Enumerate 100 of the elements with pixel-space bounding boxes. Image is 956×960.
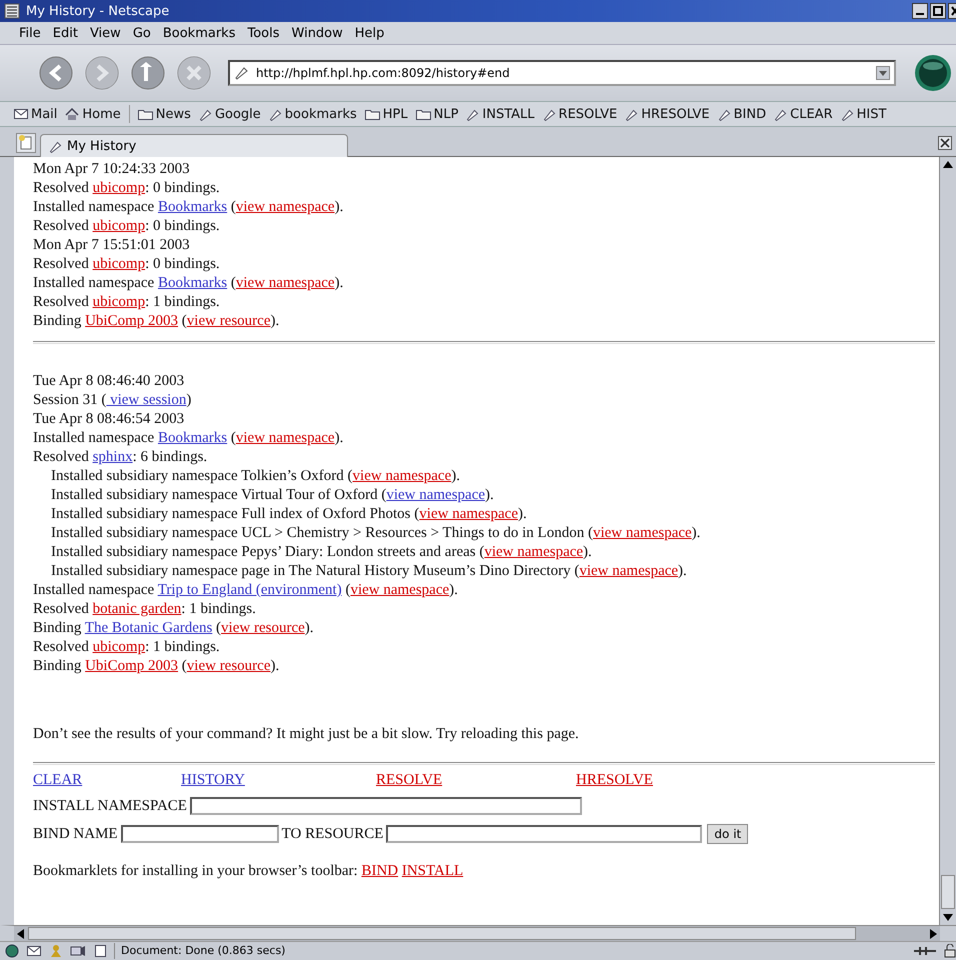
bookmark-button[interactable]: INSTALL — [464, 106, 537, 122]
link[interactable]: Bookmarks — [158, 199, 228, 215]
dropdown-icon[interactable] — [876, 66, 890, 80]
reload-icon[interactable] — [130, 55, 166, 91]
input-field[interactable] — [120, 825, 279, 843]
bookmark-button[interactable]: Home — [63, 106, 123, 122]
link[interactable]: botanic garden — [92, 601, 182, 617]
bookmark-icon — [466, 108, 480, 120]
log-line: Resolved ubicomp: 0 bindings. — [33, 255, 221, 274]
link[interactable]: INSTALL — [402, 863, 464, 879]
input-field[interactable] — [190, 797, 582, 815]
log-line: Resolved botanic garden: 1 bindings. — [33, 600, 257, 619]
scroll-thumb[interactable] — [941, 875, 955, 909]
link[interactable]: ubicomp — [92, 639, 146, 655]
link[interactable]: CLEAR — [33, 772, 82, 788]
bookmark-button[interactable]: NLP — [414, 106, 460, 122]
globe-icon[interactable] — [4, 944, 20, 958]
link[interactable]: Trip to England (environment) — [158, 582, 342, 598]
link[interactable]: sphinx — [92, 449, 133, 465]
link[interactable]: view namespace — [352, 468, 452, 484]
close-icon[interactable] — [948, 3, 956, 19]
log-line: Installed subsidiary namespace Tolkien’s Oxford (view namespace). — [51, 467, 461, 486]
menu-item[interactable]: Go — [128, 24, 156, 42]
link[interactable]: view session — [106, 392, 186, 408]
minimize-icon[interactable] — [912, 3, 928, 19]
link[interactable]: Bookmarks — [158, 430, 228, 446]
input-field[interactable] — [386, 825, 702, 843]
link[interactable]: UbiComp 2003 — [85, 658, 178, 674]
link[interactable]: view namespace — [350, 582, 450, 598]
link[interactable]: UbiComp 2003 — [85, 313, 178, 329]
bookmark-button[interactable]: Google — [196, 106, 263, 122]
bookmark-button[interactable]: Mail — [12, 106, 60, 122]
menu-item[interactable]: Help — [350, 24, 390, 42]
menu-item[interactable]: Window — [286, 24, 348, 42]
link[interactable]: view namespace — [386, 487, 486, 503]
link[interactable]: The Botanic Gardens — [84, 620, 212, 636]
link[interactable]: HRESOLVE — [576, 772, 653, 788]
link[interactable]: ubicomp — [92, 294, 146, 310]
link[interactable]: BIND — [361, 863, 398, 879]
log-line: Mon Apr 7 15:51:01 2003 — [33, 236, 191, 255]
link[interactable]: view namespace — [419, 506, 518, 522]
maximize-icon[interactable] — [930, 3, 946, 19]
bookmark-icon — [268, 108, 282, 120]
logo-icon[interactable] — [914, 54, 952, 92]
page-icon[interactable] — [92, 944, 108, 958]
link[interactable]: view namespace — [236, 430, 335, 446]
log-line: Tue Apr 8 08:46:40 2003 — [33, 372, 186, 391]
log-line: Installed namespace Bookmarks (view namespace). — [33, 429, 344, 448]
bookmark-button[interactable]: News — [136, 106, 193, 122]
window-menu-icon — [4, 3, 20, 19]
bookmark-button[interactable]: CLEAR — [772, 106, 835, 122]
bookmark-icon — [49, 140, 62, 152]
link[interactable]: view resource — [186, 313, 270, 329]
folder-icon — [416, 108, 431, 120]
log-line: Installed subsidiary namespace UCL > Chemistry > Resources > Things to do in London (view namespace). — [51, 524, 702, 543]
new-tab-icon[interactable] — [16, 133, 36, 153]
scroll-thumb[interactable] — [28, 927, 856, 940]
horizontal-scrollbar[interactable] — [14, 926, 940, 941]
bookmark-button[interactable]: RESOLVE — [540, 106, 620, 122]
log-line: Installed subsidiary namespace Full index of Oxford Photos (view namespace). — [51, 505, 528, 524]
menu-item[interactable]: Bookmarks — [158, 24, 240, 42]
back-icon[interactable] — [38, 55, 74, 91]
tab[interactable]: My History — [40, 134, 348, 157]
close-tab-icon[interactable] — [938, 136, 952, 150]
connection-icon — [912, 944, 938, 958]
envelope-icon[interactable] — [26, 944, 42, 958]
link[interactable]: view resource — [221, 620, 305, 636]
link[interactable]: view namespace — [592, 525, 692, 541]
bookmark-button[interactable]: bookmarks — [266, 106, 359, 122]
menu-item[interactable]: Edit — [48, 24, 83, 42]
submit-button[interactable]: do it — [707, 824, 748, 844]
stop-icon[interactable] — [176, 55, 212, 91]
link[interactable]: ubicomp — [92, 256, 146, 272]
folder-icon — [138, 108, 153, 120]
link[interactable]: view resource — [186, 658, 270, 674]
status-text: Document: Done (0.863 secs) — [114, 943, 906, 959]
bookmark-button[interactable]: HIST — [838, 106, 888, 122]
link[interactable]: HISTORY — [181, 772, 245, 788]
composer-icon[interactable] — [70, 944, 86, 958]
folder-icon — [364, 108, 380, 120]
link[interactable]: view namespace — [579, 563, 678, 579]
link[interactable]: Bookmarks — [158, 275, 228, 291]
log-line: Session 31 ( view session) — [33, 391, 192, 410]
link[interactable]: view namespace — [484, 544, 584, 560]
log-line: Installed subsidiary namespace page in The Natural History Museum’s Dino Directory (view namespace). — [51, 562, 688, 581]
forward-icon[interactable] — [84, 55, 120, 91]
address-field[interactable]: http://hplmf.hpl.hp.com:8092/history#end — [228, 60, 896, 86]
link[interactable]: ubicomp — [92, 180, 146, 196]
link[interactable]: RESOLVE — [376, 772, 442, 788]
log-line: Installed subsidiary namespace Virtual Tour of Oxford (view namespace). — [51, 486, 495, 505]
bookmark-button[interactable]: HPL — [362, 106, 410, 122]
menu-item[interactable]: Tools — [242, 24, 285, 42]
menu-item[interactable]: View — [84, 24, 126, 42]
vertical-scrollbar[interactable] — [939, 157, 956, 925]
link[interactable]: view namespace — [236, 275, 335, 291]
bookmark-button[interactable]: HRESOLVE — [623, 106, 712, 122]
menu-item[interactable]: File — [14, 24, 46, 42]
link[interactable]: ubicomp — [92, 218, 146, 234]
bookmark-button[interactable]: BIND — [716, 106, 768, 122]
link[interactable]: view namespace — [236, 199, 335, 215]
